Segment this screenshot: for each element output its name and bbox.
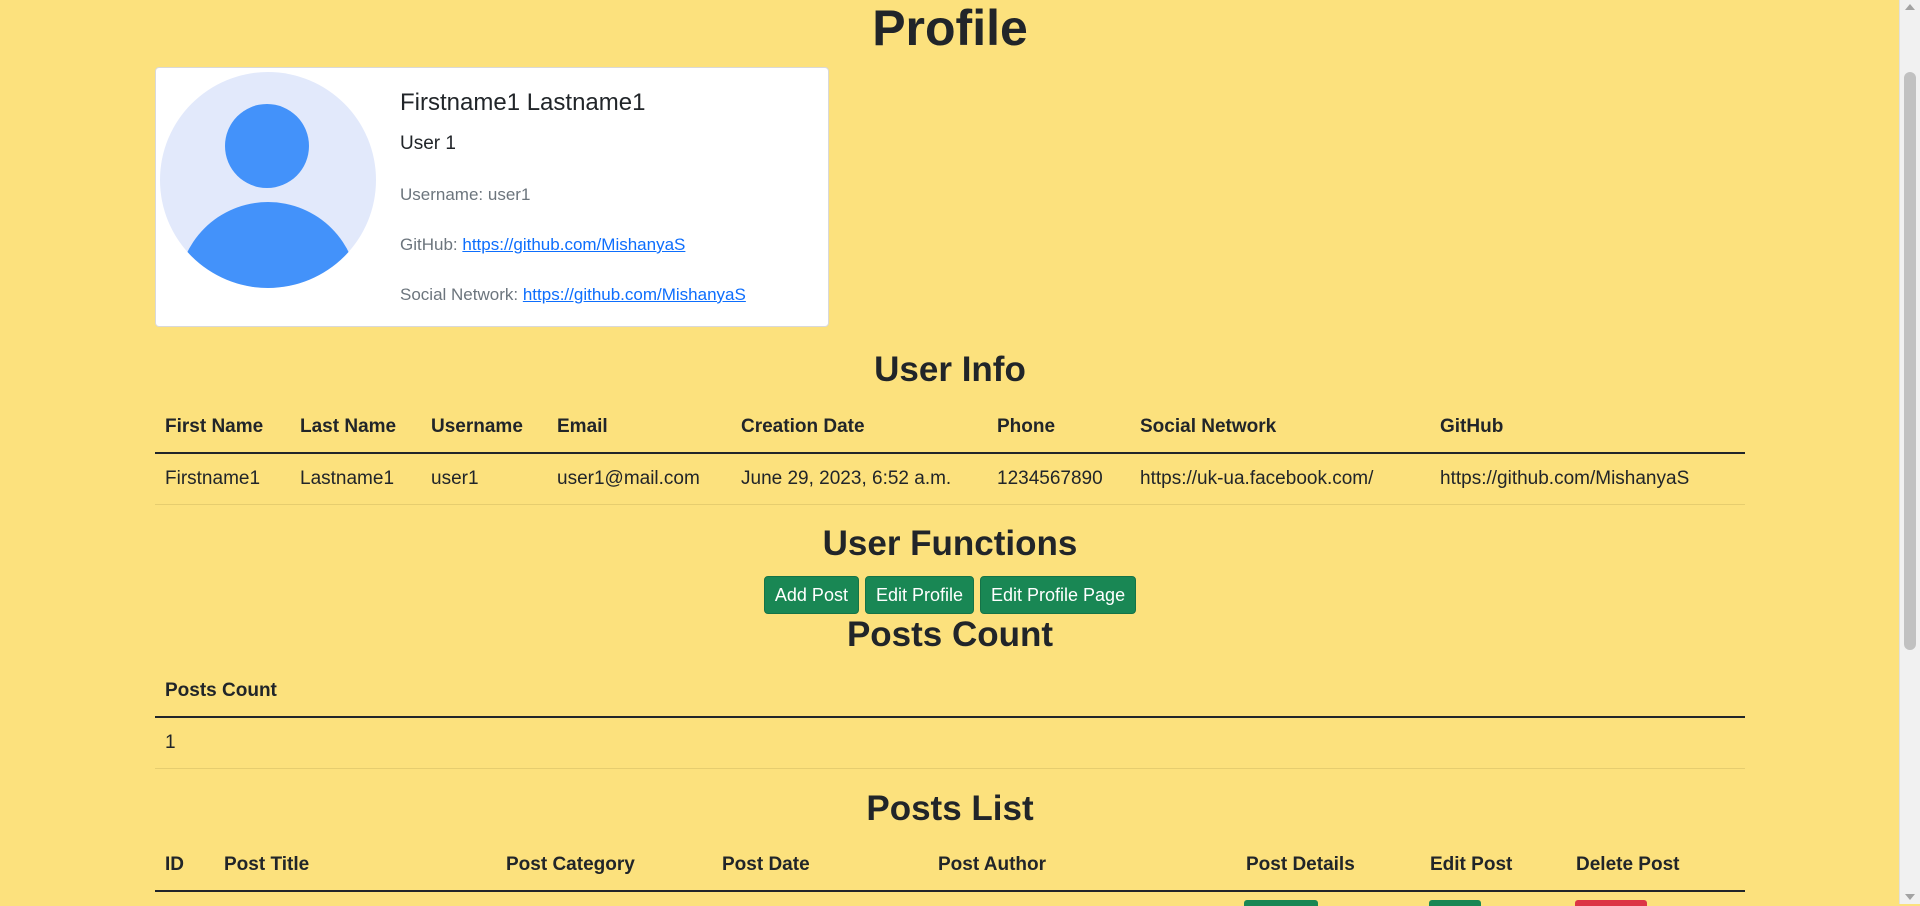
user-functions-heading: User Functions: [822, 524, 1078, 563]
page-title: Profile: [872, 0, 1028, 56]
social-label: Social Network:: [400, 285, 519, 304]
cell-email: user1@mail.com: [547, 453, 731, 505]
scrollbar-thumb[interactable]: [1904, 72, 1916, 650]
username-label: Username:: [400, 185, 484, 204]
posts-count-heading: Posts Count: [846, 615, 1054, 654]
col-delete-post: Delete Post: [1566, 840, 1745, 892]
scroll-down-arrow-icon[interactable]: [1905, 894, 1915, 900]
col-posts-count: Posts Count: [155, 666, 1745, 718]
col-creation-date: Creation Date: [731, 402, 987, 454]
col-email: Email: [547, 402, 731, 454]
profile-card: Firstname1 Lastname1 User 1 Username: us…: [155, 67, 829, 327]
profile-github: GitHub: https://github.com/MishanyaS: [400, 235, 685, 255]
github-label: GitHub:: [400, 235, 458, 254]
social-network-link[interactable]: https://github.com/MishanyaS: [523, 285, 746, 304]
col-post-author: Post Author: [928, 840, 1236, 892]
cell-posts-count: 1: [155, 717, 1745, 769]
col-first-name: First Name: [155, 402, 290, 454]
col-phone: Phone: [987, 402, 1130, 454]
table-header-row: Posts Count: [155, 666, 1745, 718]
add-post-button[interactable]: Add Post: [763, 576, 859, 614]
table-row: 1: [155, 717, 1745, 769]
col-github: GitHub: [1430, 402, 1745, 454]
posts-list-heading: Posts List: [866, 789, 1034, 828]
user-info-table: First Name Last Name Username Email Crea…: [155, 402, 1745, 505]
edit-profile-button[interactable]: Edit Profile: [864, 576, 974, 614]
table-header-row: First Name Last Name Username Email Crea…: [155, 402, 1745, 454]
github-link[interactable]: https://github.com/MishanyaS: [462, 235, 685, 254]
cell-social-network: https://uk-ua.facebook.com/: [1130, 453, 1430, 505]
delete-post-button[interactable]: [1575, 900, 1647, 906]
post-details-button[interactable]: [1244, 900, 1318, 906]
posts-count-table: Posts Count 1: [155, 666, 1745, 769]
cell-github: https://github.com/MishanyaS: [1430, 453, 1745, 505]
cell-phone: 1234567890: [987, 453, 1130, 505]
col-username: Username: [421, 402, 547, 454]
avatar-head-shape: [225, 104, 309, 188]
avatar-body-shape: [178, 202, 358, 288]
posts-list-table: ID Post Title Post Category Post Date Po…: [155, 840, 1745, 892]
profile-username: Username: user1: [400, 185, 530, 205]
vertical-scrollbar[interactable]: [1899, 0, 1920, 904]
col-id: ID: [155, 840, 214, 892]
user-info-heading: User Info: [874, 350, 1026, 389]
col-post-category: Post Category: [496, 840, 712, 892]
username-value: user1: [487, 185, 531, 204]
profile-full-name: Firstname1 Lastname1: [400, 89, 646, 116]
cell-first-name: Firstname1: [155, 453, 290, 505]
profile-social-network: Social Network: https://github.com/Misha…: [400, 285, 746, 305]
col-post-details: Post Details: [1236, 840, 1420, 892]
col-social-network: Social Network: [1130, 402, 1430, 454]
table-header-row: ID Post Title Post Category Post Date Po…: [155, 840, 1745, 892]
cell-username: user1: [421, 453, 547, 505]
edit-profile-page-button[interactable]: Edit Profile Page: [980, 576, 1137, 614]
edit-post-button[interactable]: [1429, 900, 1481, 906]
col-last-name: Last Name: [290, 402, 421, 454]
cell-creation-date: June 29, 2023, 6:52 a.m.: [731, 453, 987, 505]
cell-last-name: Lastname1: [290, 453, 421, 505]
scroll-up-arrow-icon[interactable]: [1905, 4, 1915, 10]
col-post-date: Post Date: [712, 840, 928, 892]
avatar: [160, 72, 376, 288]
col-post-title: Post Title: [214, 840, 496, 892]
table-row: Firstname1 Lastname1 user1 user1@mail.co…: [155, 453, 1745, 505]
page: Profile Firstname1 Lastname1 User 1 User…: [0, 0, 1900, 906]
user-functions-buttons: Add Post Edit Profile Edit Profile Page: [0, 576, 1900, 614]
col-edit-post: Edit Post: [1420, 840, 1566, 892]
profile-subtitle: User 1: [400, 133, 456, 154]
